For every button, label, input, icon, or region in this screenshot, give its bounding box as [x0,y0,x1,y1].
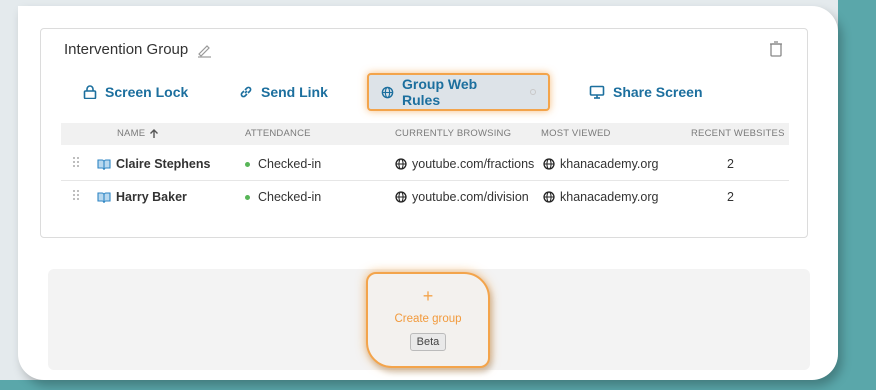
arrow-up-icon [150,128,159,138]
plus-icon: + [422,286,434,306]
browsing-cell: youtube.com/fractions [395,157,534,171]
recent-websites-count[interactable]: 2 [727,190,734,204]
table-row[interactable]: Harry Baker Checked-in youtube.com/divis… [61,181,789,214]
globe-icon [381,86,394,98]
lock-icon [83,85,97,99]
table-header: NAME ATTENDANCE CURRENTLY BROWSING MOST … [61,123,789,145]
most-viewed-cell: khanacademy.org [543,157,658,171]
globe-icon [543,191,555,203]
attendance-status: Checked-in [258,190,322,204]
group-web-rules-label: Group Web Rules [402,76,478,108]
book-icon [97,158,111,170]
attendance-cell: Checked-in [245,157,321,171]
share-screen-button[interactable]: Share Screen [589,73,703,111]
share-screen-label: Share Screen [613,84,703,100]
beta-badge: Beta [409,333,447,351]
action-toolbar: Screen Lock Send Link Group Web Rules Sh… [41,73,807,111]
name-header-label: NAME [117,128,146,139]
screen-lock-button[interactable]: Screen Lock [83,73,188,111]
attendance-cell: Checked-in [245,190,321,204]
recent-websites-column-header: RECENT WEBSITES [691,128,785,139]
group-title: Intervention Group [64,41,189,58]
screen-lock-label: Screen Lock [105,84,189,100]
student-name-cell: Harry Baker [97,190,187,204]
checked-in-dot-icon [245,194,250,200]
browsing-column-header: CURRENTLY BROWSING [395,128,512,139]
student-name: Harry Baker [116,190,187,204]
send-link-button[interactable]: Send Link [239,73,328,111]
most-viewed-url[interactable]: khanacademy.org [560,190,658,204]
send-link-label: Send Link [261,84,328,100]
monitor-icon [589,85,605,99]
globe-icon [395,191,407,203]
globe-icon [543,158,555,170]
most-viewed-url[interactable]: khanacademy.org [560,157,658,171]
browsing-cell: youtube.com/division [395,190,529,204]
globe-icon [395,158,407,170]
student-name: Claire Stephens [116,157,211,171]
most-viewed-column-header: MOST VIEWED [541,128,611,139]
drag-handle-icon[interactable] [73,157,79,167]
group-web-rules-button[interactable]: Group Web Rules [367,73,550,111]
group-card: Intervention Group Screen Lock Send Link… [40,28,808,238]
pencil-icon[interactable] [196,42,212,58]
group-title-row: Intervention Group [64,41,212,58]
attendance-status: Checked-in [258,157,322,171]
drag-handle-icon[interactable] [73,190,79,200]
checked-in-dot-icon [245,161,250,167]
create-group-button[interactable]: + Create group Beta [366,272,490,368]
most-viewed-cell: khanacademy.org [543,190,658,204]
create-group-label: Create group [394,313,462,325]
name-column-header[interactable]: NAME [117,128,159,139]
current-url[interactable]: youtube.com/division [412,190,529,204]
attendance-column-header: ATTENDANCE [245,128,311,139]
status-indicator-icon [530,89,536,95]
trash-icon[interactable] [769,41,783,62]
recent-websites-count[interactable]: 2 [727,157,734,171]
current-url[interactable]: youtube.com/fractions [412,157,534,171]
book-icon [97,191,111,203]
student-name-cell: Claire Stephens [97,157,210,171]
table-row[interactable]: Claire Stephens Checked-in youtube.com/f… [61,148,789,181]
link-icon [240,86,252,98]
